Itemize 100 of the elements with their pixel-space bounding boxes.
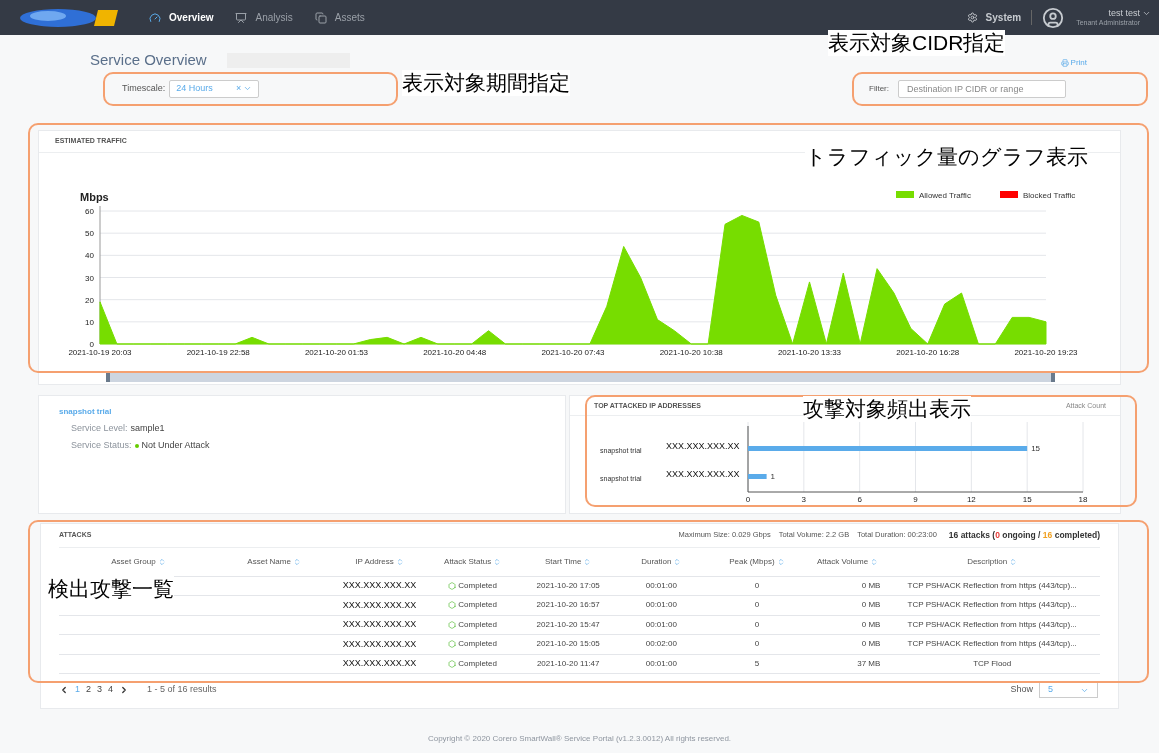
y-tick-label: 50 [85, 228, 94, 238]
settings-icon [966, 12, 978, 23]
column-header[interactable]: Asset Name [217, 555, 331, 568]
table-cell: Completed [428, 579, 517, 592]
legend-label: Allowed Traffic [919, 190, 971, 200]
user-name: test test [1108, 7, 1140, 18]
sort-icon [776, 557, 785, 566]
table-cell-text: 0 [753, 579, 761, 592]
nav-link[interactable]: Assets [314, 10, 365, 25]
table-cell-text: XXX.XXX.XXX.XX [341, 657, 418, 670]
table-cell-text: TCP PSH/ACK Reflection from https (443/tcp)... [906, 638, 1078, 651]
legend-item: Blocked Traffic [1000, 190, 1076, 200]
filter-label: Filter: [869, 82, 889, 95]
copyright-text: Copyright © 2020 Corero SmartWall® Service Portal (v1.2.3.0012) All rights reserved. [427, 732, 732, 745]
table-cell: Completed [428, 599, 517, 612]
table-cell-text: 00:01:00 [644, 618, 678, 631]
status-icon [448, 581, 457, 590]
caret-icon[interactable] [1142, 9, 1151, 18]
gauge-icon [149, 11, 161, 24]
table-cell-text: 37 MB [856, 657, 882, 670]
show-label: Show [1010, 683, 1033, 697]
column-header[interactable]: Asset Group [59, 555, 218, 568]
column-header[interactable]: Attack Status [428, 555, 517, 568]
x-tick-label: 2021-10-20 19:23 [1014, 347, 1078, 357]
status-icon [448, 620, 457, 629]
x-tick-label: 2021-10-20 10:38 [659, 347, 723, 357]
sort-icon [1009, 557, 1018, 566]
timescale-label: Timescale: [122, 81, 166, 95]
y-tick-label: 60 [85, 206, 94, 216]
page-link[interactable]: 3 [97, 683, 103, 697]
value-label: 15 [1031, 443, 1041, 453]
table-cell-text: TCP PSH/ACK Reflection from https (443/tcp)... [906, 599, 1078, 612]
caret-icon [243, 84, 253, 93]
table-cell-text: XXX.XXX.XXX.XX [341, 637, 418, 651]
table-cell-text: 0 MB [860, 618, 882, 631]
filter-field[interactable]: Destination IP CIDR or range [898, 79, 1066, 98]
previous-page-icon[interactable] [59, 685, 69, 695]
page-link[interactable]: 4 [108, 683, 114, 697]
nav-link[interactable]: Overview [149, 10, 214, 25]
table-cell-text: XXX.XXX.XXX.XX [341, 579, 418, 592]
page-link[interactable]: 2 [86, 683, 92, 697]
sort-icon [292, 557, 301, 566]
table-cell-text: 2021-10-20 11:47 [535, 657, 601, 670]
status-icon [448, 601, 457, 610]
x-tick-label: 15 [1022, 494, 1032, 504]
x-tick-label: 2021-10-20 04:48 [423, 347, 487, 357]
table-cell-text: 2021-10-20 15:05 [535, 638, 601, 651]
x-tick-label: 2021-10-19 20:03 [68, 347, 132, 357]
x-tick-label: 2021-10-20 07:43 [541, 347, 605, 357]
column-header[interactable]: Duration [619, 555, 703, 568]
table-cell-text: XXX.XXX.XXX.XX [341, 618, 418, 631]
sort-icon [673, 557, 682, 566]
table-cell-text: 2021-10-20 15:47 [535, 618, 601, 631]
table-cell-text: TCP PSH/ACK Reflection from https (443/tcp)... [906, 618, 1078, 631]
table-cell-text: 2021-10-20 16:57 [535, 599, 601, 612]
x-tick-label: 0 [745, 494, 751, 504]
column-header[interactable]: IP Address [330, 555, 429, 568]
y-tick-label: 0 [89, 339, 94, 349]
x-tick-label: 6 [857, 494, 862, 504]
y-tick-label: 10 [85, 317, 94, 327]
nav-link[interactable]: Analysis [235, 10, 293, 25]
x-tick-label: 2021-10-20 16:28 [896, 347, 960, 357]
x-tick-label: 9 [913, 494, 918, 504]
table-cell-text: TCP Flood [972, 657, 1013, 670]
sort-icon [157, 557, 166, 566]
y-tick-label: 30 [85, 273, 94, 282]
table-cell-text: 0 [753, 638, 761, 651]
x-tick-label: 2021-10-20 01:53 [304, 347, 369, 357]
annotation-label: 攻撃対象頻出表示 [803, 396, 971, 422]
bar [748, 473, 767, 479]
table-cell-text: 00:01:00 [644, 599, 678, 612]
legend-label: Blocked Traffic [1023, 190, 1076, 200]
table-cell-text: 00:02:00 [644, 638, 678, 651]
sort-icon [583, 557, 592, 566]
y-tick-label: 20 [85, 295, 94, 305]
y-tick-label: 40 [85, 250, 94, 260]
annotation-label: トラフィック量のグラフ表示 [805, 144, 1088, 170]
table-cell-text: 00:01:00 [644, 657, 678, 670]
column-header[interactable]: Start Time [516, 555, 620, 568]
ip-label: XXX.XXX.XXX.XX [666, 440, 740, 451]
table-cell-text: 0 MB [860, 579, 882, 592]
value-label: 1 [770, 471, 776, 481]
field-label: Service Level: [71, 421, 128, 435]
x-tick-label: 2021-10-20 13:33 [777, 347, 842, 357]
sort-icon [395, 557, 404, 566]
field-value: Not Under Attack [141, 439, 210, 452]
status-icon [448, 640, 457, 649]
status-icon [448, 659, 457, 668]
print-icon [1060, 59, 1069, 68]
column-header[interactable]: Attack Volume [810, 555, 885, 568]
presentation-icon [235, 11, 248, 24]
y-axis-label: Mbps [80, 190, 109, 203]
column-header[interactable]: Description [884, 555, 1100, 568]
attack-count: 16 attacks (0 ongoing / 16 completed) [948, 528, 1100, 542]
table-cell-text: TCP PSH/ACK Reflection from https (443/tcp)... [906, 579, 1078, 592]
avatar-icon[interactable] [1042, 6, 1065, 29]
system-menu[interactable]: System [966, 10, 1033, 25]
page-title: Service Overview [90, 50, 207, 70]
annotation-label: 検出攻撃一覧 [48, 576, 174, 602]
column-header[interactable]: Peak (Mbps) [703, 555, 811, 568]
